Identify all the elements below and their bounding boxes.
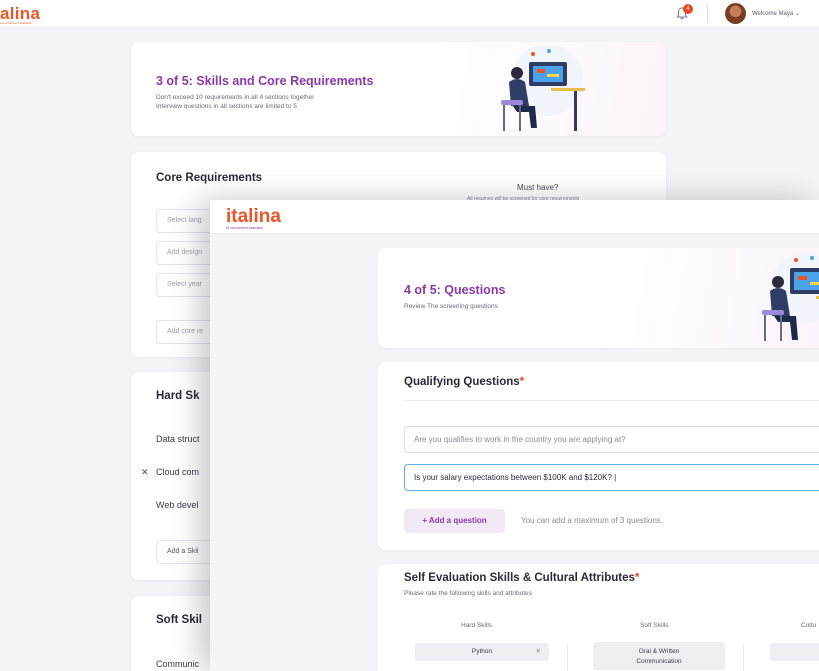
chip-label: Python — [471, 648, 493, 655]
self-evaluation-title-text: Self Evaluation Skills & Cultural Attrib… — [404, 572, 635, 584]
add-question-hint: You can add a maximum of 3 questions. — [521, 516, 664, 525]
add-question-button[interactable]: + Add a question — [404, 509, 505, 533]
years-select[interactable]: Select year — [156, 273, 216, 297]
cultural-chip[interactable]: C — [770, 643, 819, 661]
hard-skill-item: Web devel — [156, 500, 199, 510]
logo-tagline: AI recruitment assistant — [0, 21, 32, 25]
column-divider — [567, 644, 568, 671]
hard-skills-column-header: Hard Skills — [461, 622, 493, 629]
hard-skills-title: Hard Sk — [156, 390, 200, 402]
step-title: 4 of 5: Questions — [404, 283, 506, 297]
step-subtitle: Review The screening questions — [404, 303, 498, 310]
question-2-input[interactable]: Is your salary expectations between $100… — [404, 464, 819, 491]
top-bar: alina AI recruitment assistant 4 Welcome… — [0, 0, 819, 28]
self-evaluation-subtitle: Please rate the following skills and att… — [404, 590, 532, 597]
language-select[interactable]: Select lang — [156, 209, 216, 233]
hard-skill-item: Cloud com — [156, 467, 200, 477]
chip-label-line-1: Oral & Written — [638, 648, 680, 655]
required-marker: * — [634, 572, 640, 584]
remove-skill-icon[interactable]: ✕ — [141, 467, 149, 478]
must-have-label: Must have? — [517, 183, 559, 192]
self-evaluation-title: Self Evaluation Skills & Cultural Attrib… — [404, 572, 639, 584]
topbar-divider — [707, 5, 708, 23]
person-at-desk-illustration — [762, 254, 819, 341]
step-note-2: Interview questions in all sections are … — [156, 103, 297, 110]
column-divider — [743, 644, 744, 671]
soft-skill-chip[interactable]: Oral & Written Communication — [593, 642, 725, 670]
question-1-input[interactable]: Are you qualifies to work in the country… — [404, 426, 819, 453]
remove-chip-icon[interactable]: ✕ — [536, 643, 541, 661]
hard-skill-chip[interactable]: Python ✕ — [415, 643, 549, 661]
qualifying-title-text: Qualifying Questions — [404, 376, 520, 388]
core-requirements-title: Core Requirements — [156, 172, 263, 184]
soft-skills-title: Soft Skil — [156, 614, 203, 626]
qualifying-questions-card: Qualifying Questions* Are you qualifies … — [378, 362, 819, 550]
design-input[interactable]: Add design — [156, 241, 216, 265]
chip-label-line-2: Communication — [636, 658, 682, 665]
qualifying-questions-title: Qualifying Questions* — [404, 376, 524, 388]
hard-skill-item: Data struct — [156, 434, 200, 444]
soft-skill-item: Communic — [156, 659, 200, 669]
add-core-requirement-input[interactable]: Add core re — [156, 320, 216, 344]
skills-step-header: 3 of 5: Skills and Core Requirements Don… — [131, 42, 666, 136]
step-note-1: Don't exceed 10 requirements in all 4 se… — [156, 94, 315, 101]
front-window: italina AI recruitment assistant 4 of 5:… — [210, 200, 819, 671]
questions-step-header: 4 of 5: Questions Review The screening q… — [378, 248, 819, 348]
required-marker: * — [519, 376, 525, 388]
italina-logo[interactable]: italina — [226, 206, 281, 228]
notification-badge: 4 — [683, 4, 693, 14]
logo-tagline: AI recruitment assistant — [226, 226, 263, 230]
section-divider — [404, 400, 819, 401]
person-at-desk-illustration — [501, 46, 585, 131]
avatar[interactable] — [725, 3, 746, 24]
welcome-menu[interactable]: Welcome Maya ⌄ — [752, 10, 800, 17]
soft-skills-column-header: Soft Skills — [640, 622, 669, 629]
self-evaluation-card: Self Evaluation Skills & Cultural Attrib… — [378, 564, 819, 671]
front-top-bar: italina AI recruitment assistant — [210, 200, 819, 234]
cultural-column-header: Cultu — [801, 622, 817, 629]
step-title: 3 of 5: Skills and Core Requirements — [156, 74, 374, 88]
add-skill-input[interactable]: Add a Skil — [156, 540, 216, 564]
